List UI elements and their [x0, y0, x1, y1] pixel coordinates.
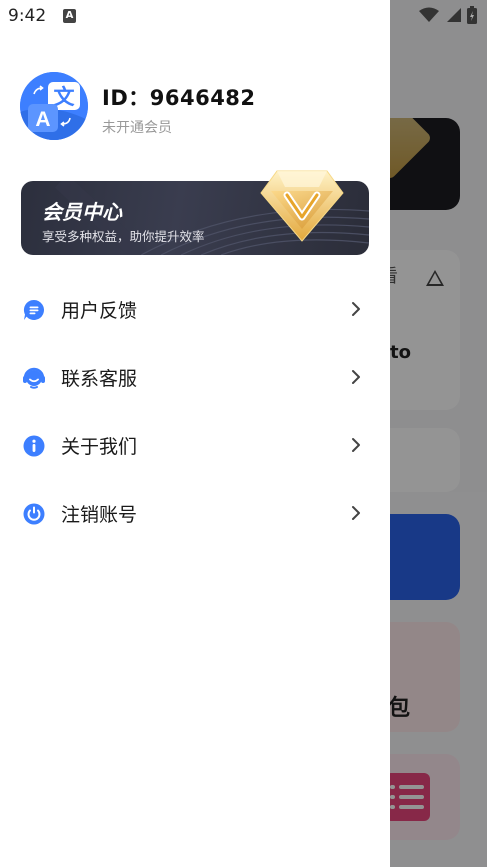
menu-item-feedback[interactable]: 用户反馈 — [0, 276, 390, 344]
chevron-right-icon — [352, 438, 360, 452]
menu-item-label: 注销账号 — [61, 504, 138, 526]
menu-item-label: 用户反馈 — [61, 300, 138, 322]
menu-item-contact-support[interactable]: 联系客服 — [0, 344, 390, 412]
menu-item-label: 关于我们 — [61, 436, 138, 458]
info-icon — [23, 435, 45, 457]
svg-text:文: 文 — [54, 85, 76, 109]
menu-item-label: 联系客服 — [61, 368, 138, 390]
vip-card-subtitle: 享受多种权益，助你提升效率 — [42, 229, 205, 244]
member-status: 未开通会员 — [102, 120, 172, 136]
power-icon — [23, 503, 45, 525]
vip-diamond-icon — [259, 167, 345, 243]
customer-service-icon — [23, 367, 45, 389]
svg-text:A: A — [35, 108, 50, 131]
chevron-right-icon — [352, 302, 360, 316]
system-status-icons — [419, 6, 477, 24]
vip-card-title: 会员中心 — [42, 200, 122, 224]
status-time: 9:42 — [8, 6, 47, 26]
menu-item-delete-account[interactable]: 注销账号 — [0, 480, 390, 548]
chevron-right-icon — [352, 370, 360, 384]
navigation-drawer: 9:42 A 文 A ID：9646482 未开通会员 会员中心 享受多种权益，… — [0, 0, 390, 867]
signal-icon — [447, 8, 461, 22]
chevron-right-icon — [352, 506, 360, 520]
menu-item-about-us[interactable]: 关于我们 — [0, 412, 390, 480]
user-profile[interactable]: 文 A ID：9646482 未开通会员 — [20, 72, 370, 142]
notification-icon: A — [63, 9, 76, 23]
translate-icon[interactable]: 文 A — [20, 72, 88, 140]
vip-center-card[interactable]: 会员中心 享受多种权益，助你提升效率 — [21, 170, 369, 255]
drawer-menu: 用户反馈 联系客服 关于我们 注销账号 — [0, 276, 390, 548]
battery-icon — [467, 6, 477, 24]
status-bar: 9:42 A — [0, 0, 390, 34]
user-id: ID：9646482 — [102, 86, 256, 110]
feedback-icon — [23, 299, 45, 320]
wifi-icon — [419, 7, 439, 22]
